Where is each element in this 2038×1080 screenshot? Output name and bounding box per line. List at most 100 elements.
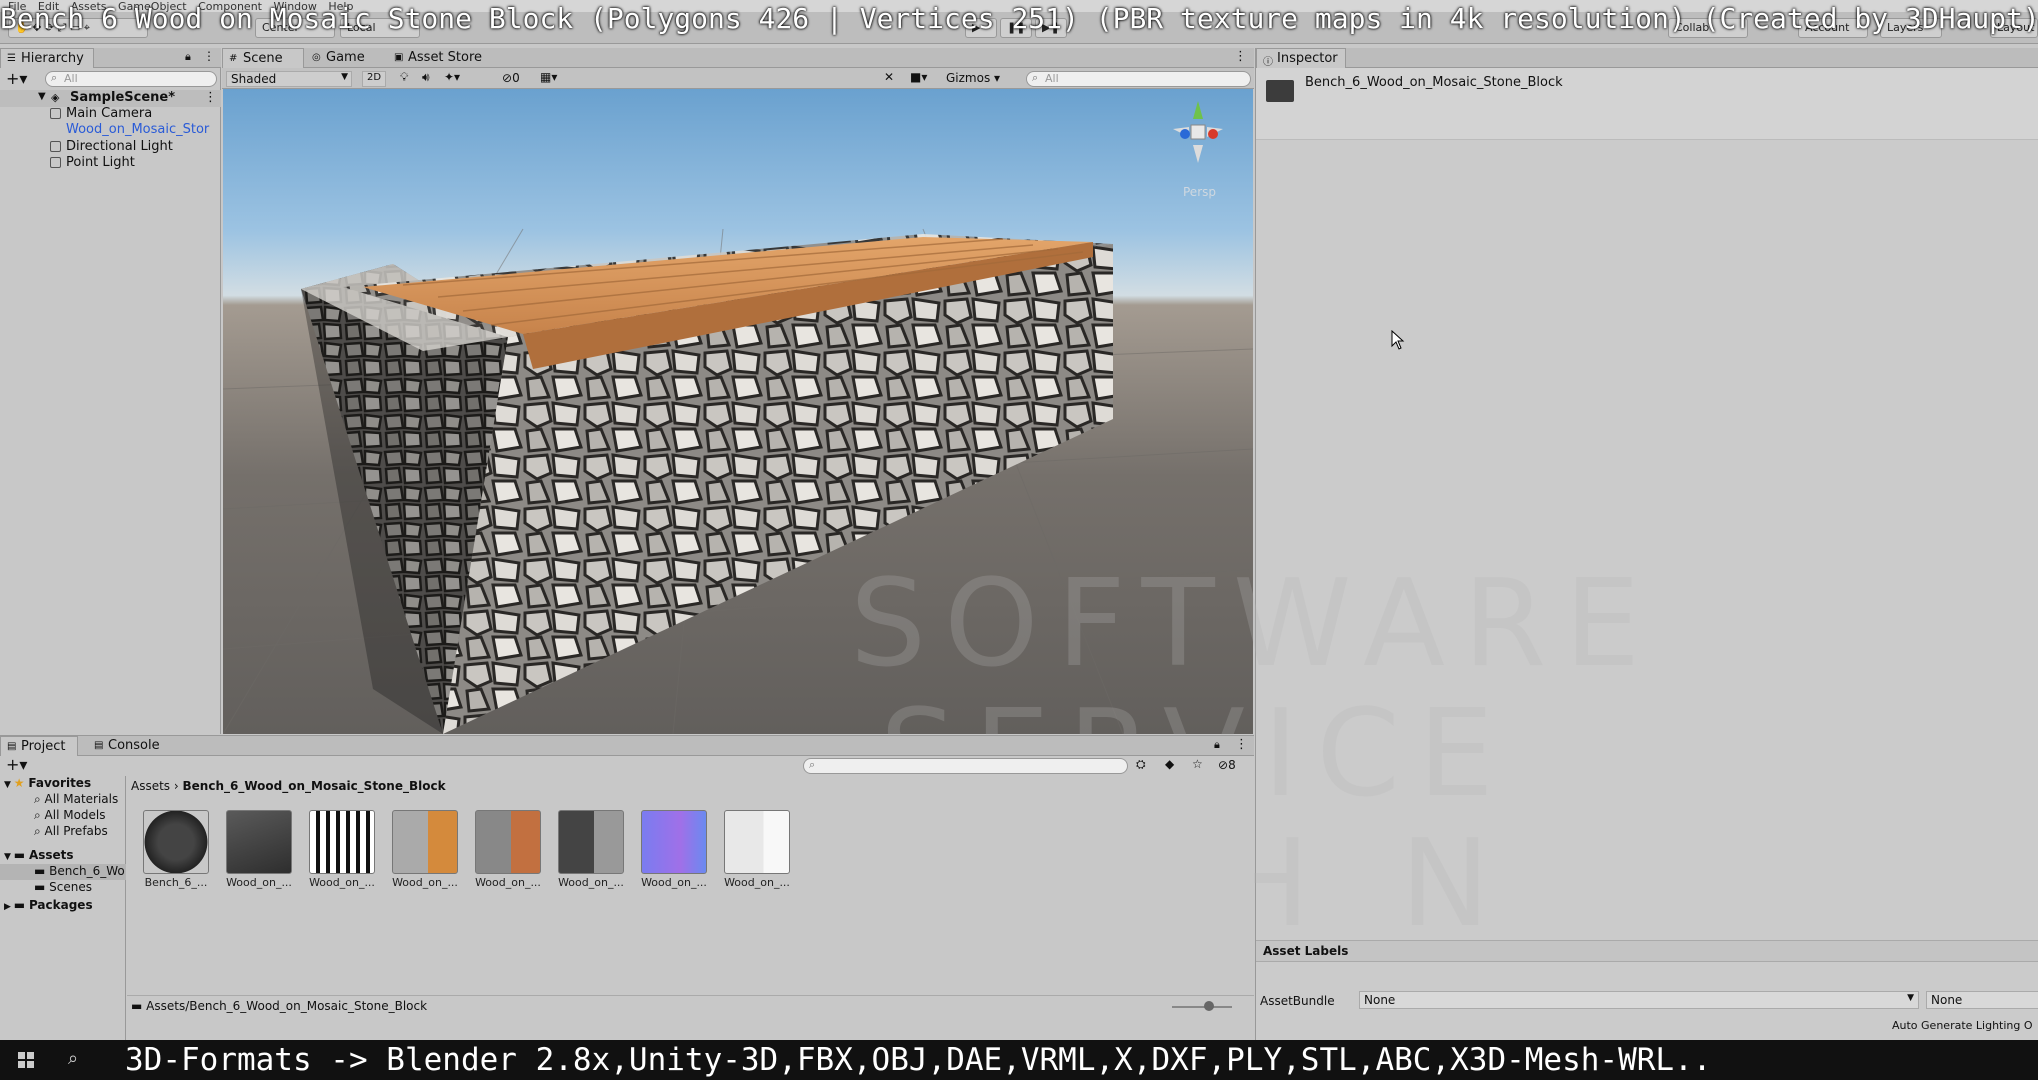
hierarchy-panel: ☰Hierarchy 🔒︎ ⋮ +▾ All ▼ ◈ SampleScene* … xyxy=(0,48,221,734)
asset-thumbnail-normal-map[interactable] xyxy=(641,810,707,874)
scene-name: SampleScene* xyxy=(70,90,176,105)
panel-menu-icon[interactable]: ⋮ xyxy=(203,49,215,63)
grid-toggle-icon[interactable]: ▦▾ xyxy=(540,70,557,84)
create-plus-button[interactable]: +▾ xyxy=(6,755,27,774)
asset-label: Wood_on_... xyxy=(724,876,790,889)
search-by-label-icon[interactable]: ◆ xyxy=(1165,757,1174,771)
toggle-2d-button[interactable]: 2D xyxy=(362,71,386,87)
auto-generate-lighting-status[interactable]: Auto Generate Lighting O xyxy=(1892,1019,2033,1032)
breadcrumb-chevron-icon: › xyxy=(173,779,183,793)
lock-icon[interactable]: 🔒︎ xyxy=(1214,738,1220,752)
asset-thumbnail-material[interactable] xyxy=(143,810,209,874)
gizmos-dropdown[interactable]: Gizmos ▾ xyxy=(946,71,1000,85)
panel-menu-icon[interactable]: ⋮ xyxy=(1234,49,1247,64)
inspector-tabbar: ⓘ Inspector xyxy=(1256,48,2038,68)
hierarchy-item-directional-light[interactable]: Directional Light xyxy=(50,139,173,154)
shading-mode-dropdown[interactable]: Shaded ▼ xyxy=(226,71,352,87)
windows-start-icon[interactable] xyxy=(18,1052,34,1068)
scene-tabbar: # Scene ◎ Game ▣ Asset Store ⋮ xyxy=(222,48,1254,68)
hierarchy-item-main-camera[interactable]: Main Camera xyxy=(50,106,152,121)
hidden-objects-toggle[interactable]: ⊘0 xyxy=(502,71,520,85)
search-icon: ⌕ xyxy=(34,824,45,838)
favorite-star-icon[interactable]: ☆ xyxy=(1192,757,1203,771)
breadcrumb-assets[interactable]: Assets xyxy=(131,779,170,793)
scene-panel-header: # Scene ◎ Game ▣ Asset Store ⋮ Shaded ▼ 2D 💡… xyxy=(222,48,1254,90)
unity-scene-icon: ◈ xyxy=(51,91,60,104)
assetbundle-dropdown[interactable]: None ▼ xyxy=(1359,991,1919,1009)
scene-orientation-gizmo[interactable] xyxy=(1163,99,1233,169)
video-title-overlay: Bench 6 Wood on Mosaic Stone Block (Poly… xyxy=(0,2,2038,35)
asset-thumbnail-texture-1[interactable] xyxy=(309,810,375,874)
favorite-all-prefabs[interactable]: ⌕ All Prefabs xyxy=(34,824,108,839)
lighting-toggle-icon[interactable]: 💡︎ xyxy=(400,70,408,85)
star-icon: ★ xyxy=(13,776,29,790)
asset-thumbnail-texture-5[interactable] xyxy=(724,810,790,874)
audio-toggle-icon[interactable]: 🔊︎ xyxy=(422,70,430,85)
axis-gizmo-icon xyxy=(1173,101,1223,163)
breadcrumb-current-folder[interactable]: Bench_6_Wood_on_Mosaic_Stone_Block xyxy=(183,779,446,793)
tab-asset-store[interactable]: ▣ Asset Store xyxy=(388,48,518,68)
tab-game[interactable]: ◎ Game xyxy=(306,48,386,68)
scene-search-input[interactable]: All xyxy=(1026,71,1251,87)
gameobject-cube-icon xyxy=(50,141,61,152)
shopping-bag-icon: ▣ xyxy=(394,52,404,63)
dropdown-arrow-icon: ▼ xyxy=(1907,993,1914,1003)
scene-toolbar: Shaded ▼ 2D 💡︎ 🔊︎ ✦▾ ⊘0 ▦▾ ✕ ■▾ Gizmos ▾ … xyxy=(222,68,1254,89)
search-by-type-icon[interactable]: ⛭ xyxy=(1136,757,1146,772)
search-icon: ⌕ xyxy=(34,792,45,806)
hierarchy-search-input[interactable]: All xyxy=(45,71,217,87)
assetbundle-variant-dropdown[interactable]: None xyxy=(1926,991,2038,1009)
folder-icon: ▬ xyxy=(34,864,50,878)
asset-label: Bench_6_... xyxy=(144,876,208,889)
tab-project[interactable]: ▤ Project xyxy=(0,736,78,756)
project-search-input[interactable] xyxy=(803,758,1128,774)
slider-handle[interactable] xyxy=(1204,1001,1214,1011)
favorite-all-models[interactable]: ⌕ All Models xyxy=(34,808,106,823)
tab-hierarchy[interactable]: ☰ Hierarchy xyxy=(0,48,94,68)
folder-icon: ▬ xyxy=(13,848,29,862)
chevron-down-icon: ▼ xyxy=(4,780,14,790)
chevron-down-icon[interactable]: ▼ xyxy=(38,91,46,102)
tab-console[interactable]: ▤ Console xyxy=(88,736,168,756)
favorite-all-materials[interactable]: ⌕ All Materials xyxy=(34,792,126,807)
asset-thumbnail-texture-4[interactable] xyxy=(558,810,624,874)
chevron-down-icon: ▼ xyxy=(4,852,14,862)
lock-icon[interactable]: 🔒︎ xyxy=(185,50,191,64)
eye-slash-icon: ⊘ xyxy=(502,71,513,85)
tab-scene[interactable]: # Scene xyxy=(222,48,304,68)
video-formats-overlay: 3D-Formats -> Blender 2.8x,Unity-3D,FBX,… xyxy=(125,1042,1712,1078)
hierarchy-item-bench[interactable]: Wood_on_Mosaic_Stor xyxy=(66,122,221,137)
inspector-header: Bench_6_Wood_on_Mosaic_Stone_Block xyxy=(1256,68,2038,140)
asset-thumbnail-texture-2[interactable] xyxy=(392,810,458,874)
create-plus-button[interactable]: +▾ xyxy=(6,69,27,88)
hidden-packages-toggle[interactable]: ⊘8 xyxy=(1218,758,1236,772)
tab-inspector[interactable]: ⓘ Inspector xyxy=(1256,48,1346,68)
asset-thumbnail-prefab[interactable] xyxy=(226,810,292,874)
scene-menu-icon[interactable]: ⋮ xyxy=(204,90,217,105)
folder-icon: ▤ xyxy=(7,741,17,752)
effects-toggle-icon[interactable]: ✦▾ xyxy=(444,70,460,84)
folder-bench-6[interactable]: ▬ Bench_6_Wo xyxy=(0,864,126,880)
asset-label: Wood_on_... xyxy=(309,876,375,889)
perspective-label[interactable]: Persp xyxy=(1183,185,1216,199)
asset-label: Wood_on_... xyxy=(475,876,541,889)
hierarchy-item-point-light[interactable]: Point Light xyxy=(50,155,135,170)
thumbnail-size-slider[interactable] xyxy=(1172,1006,1232,1008)
search-icon[interactable]: ⌕ xyxy=(68,1048,78,1069)
mouse-cursor-icon xyxy=(1391,329,1405,350)
asset-label: Wood_on_... xyxy=(558,876,624,889)
gameobject-cube-icon xyxy=(50,157,61,168)
panel-menu-icon[interactable]: ⋮ xyxy=(1235,737,1248,752)
packages-root-folder[interactable]: ▶ ▬ Packages xyxy=(4,898,93,912)
scene-row[interactable]: ▼ ◈ SampleScene* ⋮ xyxy=(0,90,221,107)
eye-slash-icon: ⊘ xyxy=(1218,758,1229,772)
tools-icon[interactable]: ✕ xyxy=(884,70,894,84)
assets-root-folder[interactable]: ▼ ▬ Assets xyxy=(4,848,74,862)
folder-scenes[interactable]: ▬ Scenes xyxy=(34,880,92,894)
console-icon: ▤ xyxy=(94,740,104,751)
project-folder-tree: ▼ ★ Favorites ⌕ All Materials ⌕ All Mode… xyxy=(0,776,126,1040)
asset-thumbnail-texture-3[interactable] xyxy=(475,810,541,874)
camera-icon[interactable]: ■▾ xyxy=(910,70,927,84)
hierarchy-tabbar: ☰ Hierarchy 🔒︎ ⋮ xyxy=(0,48,221,68)
favorites-row[interactable]: ▼ ★ Favorites xyxy=(4,776,91,790)
